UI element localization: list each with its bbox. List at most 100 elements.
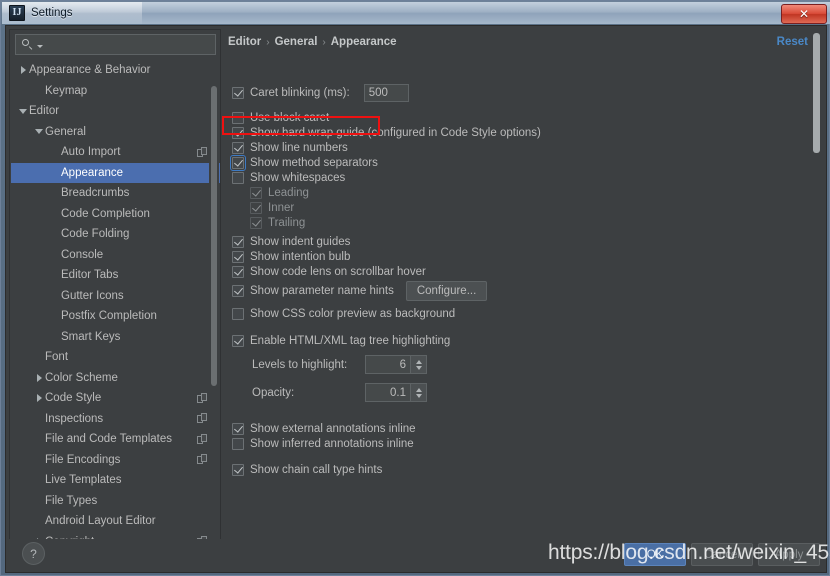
enable-tag-tree-highlighting-checkbox[interactable] (232, 334, 244, 347)
sidebar-item-label: File Encodings (45, 453, 121, 466)
sidebar-item-font[interactable]: Font (11, 347, 220, 368)
sidebar-item-code-style[interactable]: Code Style (11, 388, 220, 409)
breadcrumb-item-general[interactable]: General (275, 36, 318, 48)
show-indent-guides-checkbox[interactable] (232, 235, 244, 248)
show-external-annotations-checkbox[interactable] (232, 422, 244, 435)
sidebar-item-general[interactable]: General (11, 122, 220, 143)
opacity-input[interactable] (366, 384, 410, 401)
search-icon (21, 38, 34, 51)
show-chain-call-type-hints-checkbox[interactable] (232, 463, 244, 476)
sidebar-item-code-folding[interactable]: Code Folding (11, 224, 220, 245)
cancel-button[interactable]: Cancel (691, 543, 753, 566)
breadcrumb-item-editor[interactable]: Editor (228, 36, 261, 48)
sidebar-item-file-and-code-templates[interactable]: File and Code Templates (11, 429, 220, 450)
sidebar-item-label: Keymap (45, 84, 88, 97)
sidebar-item-label: Inspections (45, 412, 104, 425)
sidebar-item-appearance[interactable]: Appearance (11, 162, 220, 183)
show-whitespaces-checkbox[interactable] (232, 171, 244, 184)
sidebar-scrollbar[interactable] (209, 60, 219, 539)
option-show-code-lens: Show code lens on scrollbar hover (232, 264, 426, 279)
dialog-footer: ? OK Cancel Apply (9, 539, 825, 569)
option-leading: Leading (250, 185, 309, 200)
main-scrollbar-thumb[interactable] (813, 33, 820, 153)
sidebar-item-console[interactable]: Console (11, 245, 220, 266)
sidebar-item-postfix-completion[interactable]: Postfix Completion (11, 306, 220, 327)
chevron-down-glyph (35, 129, 43, 135)
spinner-up-icon[interactable] (415, 359, 422, 364)
enable-tag-tree-highlighting-label: Enable HTML/XML tag tree highlighting (250, 334, 451, 347)
levels-to-highlight-stepper[interactable] (410, 356, 426, 373)
sidebar-item-file-types[interactable]: File Types (11, 491, 220, 512)
sidebar-item-label: Color Scheme (45, 371, 118, 384)
sidebar-item-color-scheme[interactable]: Color Scheme (11, 368, 220, 389)
show-line-numbers-checkbox[interactable] (232, 141, 244, 154)
opacity-spinner[interactable] (365, 383, 427, 402)
reset-link[interactable]: Reset (777, 36, 808, 48)
option-use-block-caret: Use block caret (232, 110, 329, 125)
levels-to-highlight-spinner[interactable] (365, 355, 427, 374)
opacity-stepper[interactable] (410, 384, 426, 401)
sidebar-item-inspections[interactable]: Inspections (11, 409, 220, 430)
use-block-caret-checkbox[interactable] (232, 111, 244, 124)
help-button[interactable]: ? (22, 542, 45, 565)
sidebar-item-label: Code Completion (61, 207, 150, 220)
show-line-numbers-label: Show line numbers (250, 141, 348, 154)
breadcrumb-item-appearance: Appearance (330, 36, 397, 48)
sidebar-item-appearance-behavior[interactable]: Appearance & Behavior (11, 60, 220, 81)
sidebar-item-copyright[interactable]: Copyright (11, 532, 220, 539)
chevron-right-icon[interactable] (33, 394, 45, 403)
show-intention-bulb-label: Show intention bulb (250, 250, 351, 263)
sidebar-item-label: Gutter Icons (61, 289, 124, 302)
search-input[interactable] (43, 38, 215, 51)
sidebar-search[interactable] (15, 34, 216, 55)
show-intention-bulb-checkbox[interactable] (232, 250, 244, 263)
sidebar-item-gutter-icons[interactable]: Gutter Icons (11, 286, 220, 307)
caret-blinking-checkbox[interactable] (232, 87, 244, 99)
sidebar-item-editor-tabs[interactable]: Editor Tabs (11, 265, 220, 286)
show-parameter-name-hints-checkbox[interactable] (232, 285, 244, 297)
levels-to-highlight-input[interactable] (366, 356, 410, 373)
close-button[interactable]: ✕ (781, 4, 827, 24)
chevron-down-icon[interactable] (33, 129, 45, 135)
show-code-lens-checkbox[interactable] (232, 265, 244, 278)
inner-checkbox[interactable] (250, 201, 262, 214)
ok-button[interactable]: OK (624, 543, 686, 566)
sidebar-item-file-encodings[interactable]: File Encodings (11, 450, 220, 471)
copy-settings-icon (197, 454, 208, 465)
sidebar-item-editor[interactable]: Editor (11, 101, 220, 122)
sidebar-item-auto-import[interactable]: Auto Import (11, 142, 220, 163)
caret-blinking-input[interactable] (363, 84, 409, 102)
chevron-right-icon[interactable] (33, 373, 45, 382)
sidebar-item-smart-keys[interactable]: Smart Keys (11, 327, 220, 348)
show-hard-wrap-guide-checkbox[interactable] (232, 126, 244, 139)
spinner-down-icon[interactable] (415, 365, 422, 370)
sidebar-item-label: Editor Tabs (61, 269, 119, 282)
sidebar-item-live-templates[interactable]: Live Templates (11, 470, 220, 491)
sidebar-item-label: Appearance (61, 166, 124, 179)
configure-button[interactable]: Configure... (405, 281, 488, 301)
sidebar-item-breadcrumbs[interactable]: Breadcrumbs (11, 183, 220, 204)
trailing-checkbox[interactable] (250, 216, 262, 229)
apply-button[interactable]: Apply (758, 543, 820, 566)
sidebar-item-android-layout-editor[interactable]: Android Layout Editor (11, 511, 220, 532)
chevron-down-icon[interactable] (17, 108, 29, 114)
leading-checkbox[interactable] (250, 186, 262, 199)
sidebar-item-label: File Types (45, 494, 98, 507)
show-inferred-annotations-checkbox[interactable] (232, 437, 244, 450)
chevron-right-glyph (20, 66, 26, 75)
sidebar-item-code-completion[interactable]: Code Completion (11, 204, 220, 225)
trailing-label: Trailing (268, 216, 306, 229)
show-code-lens-label: Show code lens on scrollbar hover (250, 265, 426, 278)
show-css-color-preview-checkbox[interactable] (232, 307, 244, 320)
chevron-down-glyph (19, 108, 27, 114)
spinner-down-icon[interactable] (415, 393, 422, 398)
show-method-separators-checkbox[interactable] (230, 154, 246, 171)
sidebar-scrollbar-thumb[interactable] (211, 86, 217, 386)
levels-to-highlight-label: Levels to highlight: (252, 358, 348, 371)
close-icon: ✕ (798, 7, 810, 21)
show-chain-call-type-hints-label: Show chain call type hints (250, 463, 383, 476)
main-scrollbar[interactable] (812, 31, 821, 540)
sidebar-item-keymap[interactable]: Keymap (11, 81, 220, 102)
chevron-right-icon[interactable] (17, 66, 29, 75)
spinner-up-icon[interactable] (415, 387, 422, 392)
